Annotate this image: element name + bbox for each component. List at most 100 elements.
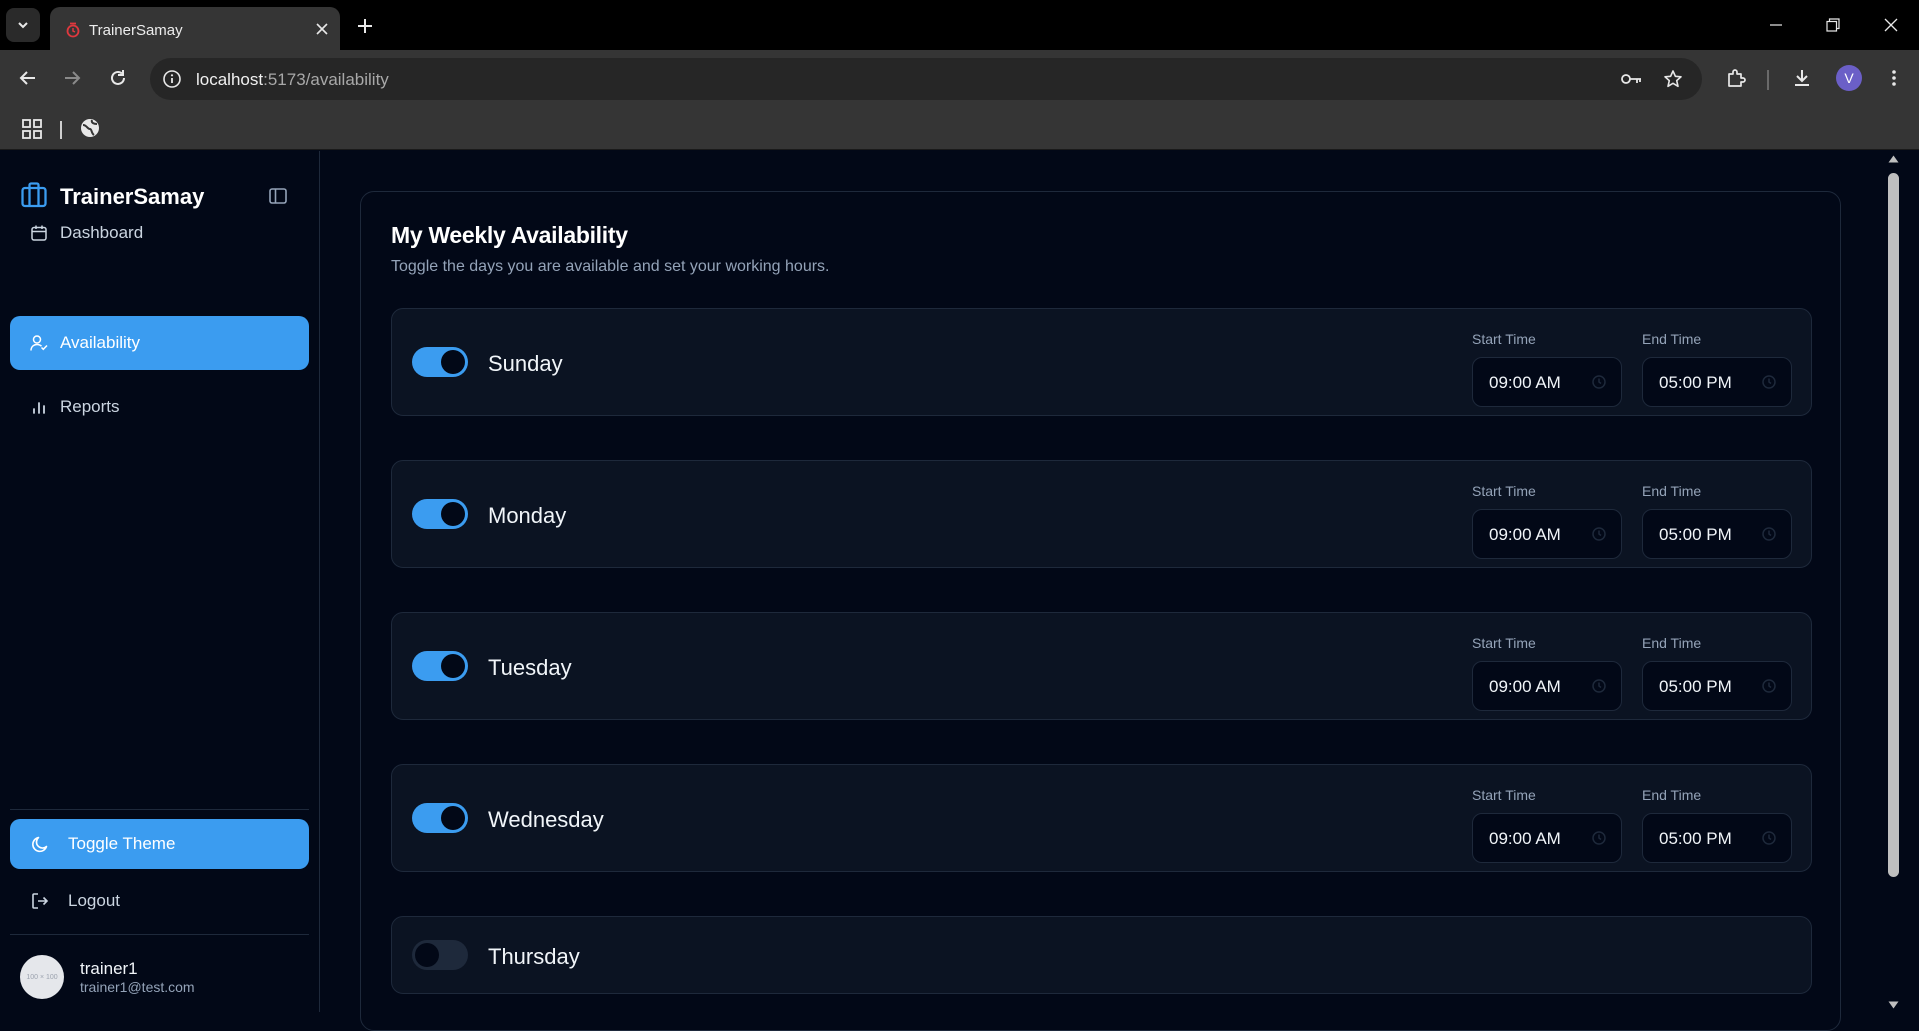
start-time-input[interactable]: 09:00 AM bbox=[1472, 357, 1622, 407]
day-toggle-monday[interactable] bbox=[412, 499, 468, 529]
day-toggle-thursday[interactable] bbox=[412, 940, 468, 970]
clock-icon[interactable] bbox=[1591, 830, 1607, 846]
calendar-icon bbox=[31, 225, 47, 241]
new-tab-button[interactable] bbox=[352, 13, 378, 39]
end-time-input[interactable]: 05:00 PM bbox=[1642, 357, 1792, 407]
sidebar-item-label: Reports bbox=[60, 397, 120, 416]
apps-grid-icon[interactable] bbox=[20, 117, 44, 141]
day-toggle-sunday[interactable] bbox=[412, 347, 468, 377]
avatar[interactable]: 100 × 100 bbox=[20, 955, 64, 999]
restore-icon bbox=[1826, 18, 1840, 32]
day-row-wednesday: Wednesday Start Time End Time 09:00 AM 0… bbox=[391, 764, 1812, 872]
day-name: Thursday bbox=[488, 944, 580, 969]
close-window-button[interactable] bbox=[1873, 10, 1909, 40]
user-check-icon bbox=[30, 335, 48, 351]
clock-icon[interactable] bbox=[1761, 374, 1777, 390]
minimize-icon bbox=[1770, 24, 1782, 26]
clock-icon[interactable] bbox=[1591, 374, 1607, 390]
user-email: trainer1@test.com bbox=[80, 979, 195, 995]
start-time-value: 09:00 AM bbox=[1489, 525, 1561, 544]
end-time-input[interactable]: 05:00 PM bbox=[1642, 509, 1792, 559]
forward-button[interactable] bbox=[56, 62, 88, 94]
reload-button[interactable] bbox=[102, 62, 134, 94]
clock-icon[interactable] bbox=[1591, 678, 1607, 694]
downloads-button[interactable] bbox=[1786, 62, 1818, 94]
toggle-knob bbox=[441, 654, 465, 678]
end-time-label: End Time bbox=[1642, 787, 1702, 803]
browser-tab[interactable]: TrainerSamay bbox=[50, 7, 340, 50]
moon-icon bbox=[32, 836, 48, 853]
profile-avatar-button[interactable]: V bbox=[1836, 65, 1862, 91]
extensions-button[interactable] bbox=[1720, 62, 1752, 94]
password-key-button[interactable] bbox=[1621, 68, 1643, 90]
browser-toolbar: localhost:5173/availability V bbox=[0, 50, 1919, 108]
close-icon bbox=[1884, 18, 1898, 32]
url-text: localhost:5173/availability bbox=[196, 70, 389, 90]
start-time-input[interactable]: 09:00 AM bbox=[1472, 661, 1622, 711]
browser-menu-button[interactable] bbox=[1878, 62, 1910, 94]
availability-card: My Weekly Availability Toggle the days y… bbox=[360, 191, 1841, 1031]
scrollbar-thumb[interactable] bbox=[1888, 173, 1899, 877]
toolbar-divider bbox=[1767, 70, 1769, 90]
tab-title: TrainerSamay bbox=[89, 22, 183, 39]
bookmarks-separator bbox=[60, 121, 62, 139]
toggle-knob bbox=[441, 350, 465, 374]
tab-search-button[interactable] bbox=[6, 8, 40, 42]
start-time-input[interactable]: 09:00 AM bbox=[1472, 509, 1622, 559]
clock-icon[interactable] bbox=[1761, 678, 1777, 694]
sidebar-divider bbox=[10, 809, 309, 810]
page-title: My Weekly Availability bbox=[391, 222, 628, 248]
plus-icon bbox=[358, 19, 372, 33]
briefcase-icon bbox=[21, 182, 47, 208]
sidebar-item-availability[interactable]: Availability bbox=[10, 316, 309, 370]
clock-icon[interactable] bbox=[1761, 526, 1777, 542]
minimize-button[interactable] bbox=[1758, 10, 1794, 40]
end-time-input[interactable]: 05:00 PM bbox=[1642, 813, 1792, 863]
end-time-label: End Time bbox=[1642, 331, 1702, 347]
end-time-input[interactable]: 05:00 PM bbox=[1642, 661, 1792, 711]
scroll-down-arrow-icon[interactable] bbox=[1888, 1001, 1899, 1009]
day-row-thursday: Thursday bbox=[391, 916, 1812, 994]
arrow-left-icon bbox=[19, 71, 35, 85]
sidebar-divider bbox=[10, 934, 309, 935]
logout-button[interactable]: Logout bbox=[10, 879, 309, 923]
sidebar-item-label: Availability bbox=[60, 333, 141, 352]
chevron-down-icon bbox=[18, 22, 28, 29]
day-toggle-tuesday[interactable] bbox=[412, 651, 468, 681]
end-time-value: 05:00 PM bbox=[1659, 677, 1732, 696]
sidebar-item-label: Dashboard bbox=[60, 223, 144, 242]
back-button[interactable] bbox=[12, 62, 44, 94]
address-bar[interactable]: localhost:5173/availability bbox=[150, 58, 1702, 100]
start-time-value: 09:00 AM bbox=[1489, 677, 1561, 696]
bookmark-star-button[interactable] bbox=[1662, 68, 1684, 90]
clock-icon[interactable] bbox=[1591, 526, 1607, 542]
page-subtitle: Toggle the days you are available and se… bbox=[391, 258, 830, 275]
start-time-label: Start Time bbox=[1472, 635, 1536, 651]
toggle-theme-label: Toggle Theme bbox=[68, 834, 176, 853]
sidebar-item-dashboard[interactable]: Dashboard bbox=[10, 206, 309, 260]
day-name: Monday bbox=[488, 503, 567, 528]
day-toggle-wednesday[interactable] bbox=[412, 803, 468, 833]
end-time-value: 05:00 PM bbox=[1659, 373, 1732, 392]
browser-tabstrip: TrainerSamay bbox=[0, 0, 1919, 50]
day-name: Wednesday bbox=[488, 807, 604, 832]
day-row-monday: Monday Start Time End Time 09:00 AM 05:0… bbox=[391, 460, 1812, 568]
toggle-knob bbox=[415, 943, 439, 967]
restore-button[interactable] bbox=[1815, 10, 1851, 40]
sidebar-item-reports[interactable]: Reports bbox=[10, 380, 309, 434]
clock-icon[interactable] bbox=[1761, 830, 1777, 846]
star-icon bbox=[1664, 70, 1682, 88]
toggle-knob bbox=[441, 502, 465, 526]
tab-close-button[interactable] bbox=[312, 19, 332, 39]
start-time-label: Start Time bbox=[1472, 483, 1536, 499]
scroll-up-arrow-icon[interactable] bbox=[1888, 155, 1899, 163]
start-time-input[interactable]: 09:00 AM bbox=[1472, 813, 1622, 863]
info-icon[interactable] bbox=[162, 69, 182, 89]
toggle-theme-button[interactable]: Toggle Theme bbox=[10, 819, 309, 869]
sidebar-collapse-icon[interactable] bbox=[268, 186, 288, 206]
download-icon bbox=[1795, 70, 1809, 86]
bookmarks-bar bbox=[0, 108, 1919, 150]
globe-icon[interactable] bbox=[79, 117, 101, 139]
close-icon bbox=[316, 23, 328, 35]
bar-chart-icon bbox=[33, 402, 45, 414]
